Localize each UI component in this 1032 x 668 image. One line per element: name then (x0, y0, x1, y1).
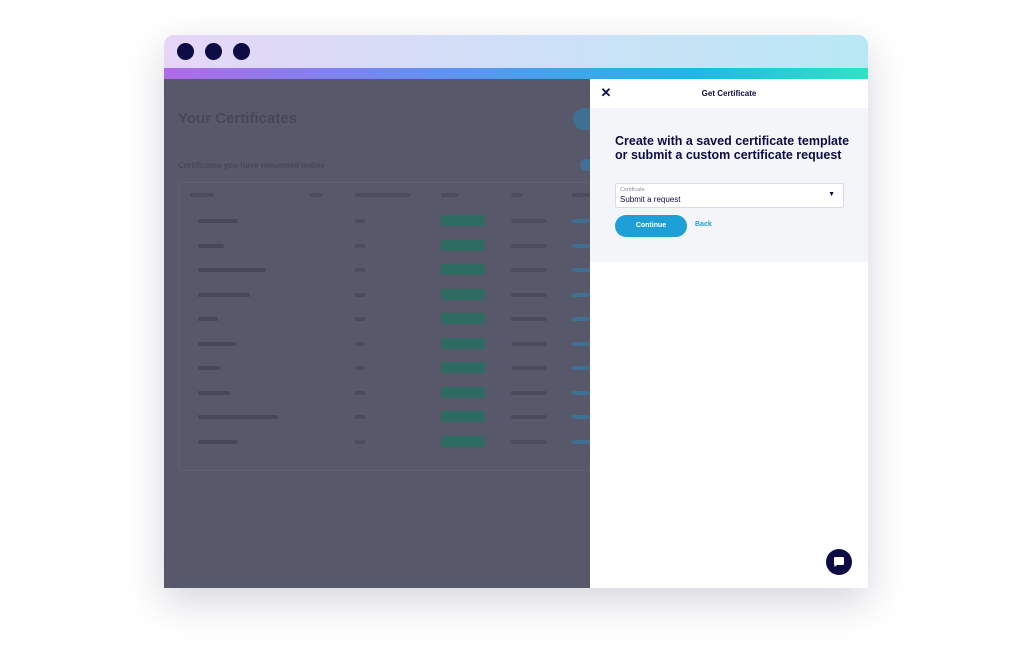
background-filter-button (580, 159, 590, 171)
background-status-badge (441, 239, 485, 251)
background-row-date (511, 243, 547, 248)
background-row-cell (355, 415, 365, 419)
background-action-button (573, 108, 590, 130)
background-table-row (164, 263, 590, 277)
background-row-name (198, 390, 230, 395)
background-page-title: Your Certificates (178, 110, 297, 127)
background-row-cell (355, 390, 365, 395)
background-row-cell (355, 317, 365, 321)
dimmed-background-page[interactable]: Your Certificates Certificates you have … (164, 79, 590, 588)
background-row-link (572, 366, 590, 370)
certificate-select[interactable]: Certificate Submit a request ▼ (615, 183, 844, 208)
browser-window: Your Certificates Certificates you have … (164, 35, 868, 588)
background-table-row (164, 435, 590, 449)
background-table-header (309, 193, 323, 197)
continue-button[interactable]: Continue (615, 215, 687, 237)
background-table-row (164, 239, 590, 253)
window-titlebar (164, 35, 868, 68)
background-table-header (190, 193, 214, 197)
background-table-row (164, 288, 590, 302)
panel-heading: Create with a saved certificate template… (615, 134, 850, 162)
get-certificate-panel: Get Certificate ✕ Create with a saved ce… (590, 79, 868, 588)
background-row-cell (355, 292, 365, 297)
background-row-name (198, 439, 238, 444)
background-row-link (572, 243, 590, 248)
background-row-link (572, 390, 590, 395)
accent-gradient-bar (164, 68, 868, 79)
background-row-date (511, 268, 547, 272)
background-row-cell (355, 268, 365, 272)
panel-title: Get Certificate (701, 89, 757, 98)
background-row-name (198, 415, 278, 419)
window-close-dot[interactable] (177, 43, 194, 60)
background-status-badge (441, 215, 485, 226)
background-status-badge (441, 386, 485, 398)
background-status-badge (441, 362, 485, 373)
background-row-link (572, 439, 590, 444)
background-table-row (164, 386, 590, 400)
background-table-header (355, 193, 411, 197)
background-table-row (164, 312, 590, 326)
background-table-header (441, 193, 459, 197)
background-row-name (198, 268, 266, 272)
background-row-name (198, 317, 218, 321)
background-row-cell (355, 341, 365, 346)
background-row-date (511, 439, 547, 444)
background-status-badge (441, 288, 485, 300)
background-row-cell (355, 439, 365, 444)
background-row-name (198, 341, 236, 346)
certificate-select-value: Submit a request (620, 195, 681, 204)
background-row-date (511, 219, 547, 223)
background-table-header (511, 193, 523, 197)
background-row-cell (355, 219, 365, 223)
background-row-link (572, 317, 590, 321)
background-row-date (511, 390, 547, 395)
background-row-name (198, 243, 224, 248)
background-status-badge (441, 411, 485, 422)
background-row-link (572, 268, 590, 272)
background-row-link (572, 341, 590, 346)
background-row-cell (355, 366, 365, 370)
back-link[interactable]: Back (695, 221, 712, 228)
close-icon[interactable]: ✕ (598, 84, 614, 102)
background-row-link (572, 219, 590, 223)
background-table-row (164, 410, 590, 424)
certificate-select-label: Certificate (620, 187, 645, 193)
background-table-row (164, 361, 590, 375)
background-row-date (511, 366, 547, 370)
background-row-date (511, 341, 547, 346)
background-row-date (511, 317, 547, 321)
background-table-row (164, 214, 590, 228)
background-status-badge (441, 337, 485, 349)
background-row-cell (355, 243, 365, 248)
background-status-badge (441, 435, 485, 447)
background-status-badge (441, 313, 485, 324)
caret-down-icon: ▼ (828, 191, 835, 198)
background-table-row (164, 337, 590, 351)
chat-bubble-icon (834, 557, 844, 567)
window-minimize-dot[interactable] (205, 43, 222, 60)
background-page-subtitle: Certificates you have requested online (178, 161, 325, 170)
panel-body: Create with a saved certificate template… (590, 108, 868, 262)
background-table-header (572, 193, 590, 197)
background-row-link (572, 292, 590, 297)
background-status-badge (441, 264, 485, 275)
window-maximize-dot[interactable] (233, 43, 250, 60)
chat-button[interactable] (826, 549, 852, 575)
background-row-name (198, 366, 220, 370)
background-row-link (572, 415, 590, 419)
background-row-date (511, 292, 547, 297)
background-row-date (511, 415, 547, 419)
panel-header: Get Certificate ✕ (590, 79, 868, 109)
background-row-name (198, 219, 238, 223)
background-row-name (198, 292, 250, 297)
